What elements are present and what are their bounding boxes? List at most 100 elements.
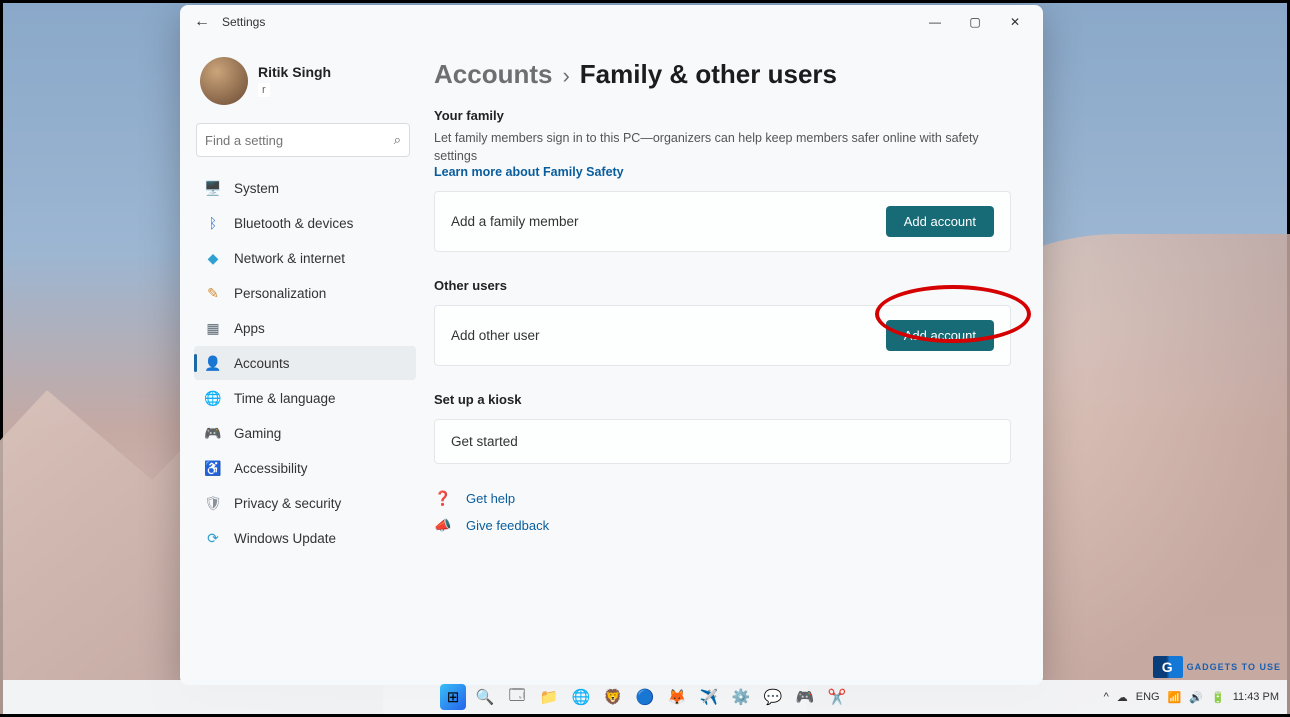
sidebar-item-label: Windows Update [234, 531, 336, 546]
get-help-row: ❓ Get help [434, 490, 1011, 507]
sidebar-item-gaming[interactable]: 🎮 Gaming [194, 416, 416, 450]
maximize-button[interactable]: ▢ [955, 8, 995, 36]
add-family-card: Add a family member Add account [434, 191, 1011, 252]
watermark-text: GADGETS TO USE [1187, 662, 1281, 672]
sidebar-item-label: Accounts [234, 356, 290, 371]
watermark-logo: G [1153, 656, 1183, 678]
telegram-icon[interactable]: ✈️ [696, 684, 722, 710]
gaming-icon: 🎮 [204, 424, 222, 442]
feedback-icon: 📣 [434, 517, 452, 534]
snip-icon[interactable]: ✂️ [824, 684, 850, 710]
network-internet-icon: ◆ [204, 249, 222, 267]
chevron-right-icon: › [562, 63, 569, 89]
explorer-icon[interactable]: 📁 [536, 684, 562, 710]
sidebar-item-apps[interactable]: ▦ Apps [194, 311, 416, 345]
section-your-family: Your family Let family members sign in t… [434, 108, 1011, 252]
brave-icon[interactable]: 🦁 [600, 684, 626, 710]
sidebar-item-network-internet[interactable]: ◆ Network & internet [194, 241, 416, 275]
section-kiosk: Set up a kiosk Get started [434, 392, 1011, 464]
tray-chevron-icon[interactable]: ^ [1104, 691, 1109, 703]
sidebar-item-windows-update[interactable]: ⟳ Windows Update [194, 521, 416, 555]
get-help-link[interactable]: Get help [466, 491, 515, 506]
sidebar-item-label: Personalization [234, 286, 326, 301]
card-label: Add a family member [451, 214, 579, 229]
profile-name: Ritik Singh [258, 64, 331, 80]
nav-list: 🖥️System ᛒ Bluetooth & devices ◆ Network & i… [194, 171, 416, 555]
sidebar-item-label: Apps [234, 321, 265, 336]
breadcrumb-parent[interactable]: Accounts [434, 59, 552, 90]
back-button[interactable]: ← [188, 13, 216, 31]
apps-icon: ▦ [204, 319, 222, 337]
firefox-icon[interactable]: 🦊 [664, 684, 690, 710]
start-button[interactable]: ⊞ [440, 684, 466, 710]
sidebar-item-label: Time & language [234, 391, 336, 406]
wifi-icon[interactable]: 📶 [1168, 691, 1182, 704]
sidebar-item-accounts[interactable]: 👤 Accounts [194, 346, 416, 380]
volume-icon[interactable]: 🔊 [1189, 691, 1203, 704]
clock[interactable]: 11:43 PM [1233, 691, 1279, 703]
sidebar: Ritik Singh r ⌕ 🖥️System ᛒ Bluetooth & dev… [180, 39, 424, 685]
learn-more-link[interactable]: Learn more about Family Safety [434, 165, 1011, 179]
profile-block[interactable]: Ritik Singh r [194, 47, 416, 119]
card-label: Get started [451, 434, 518, 449]
add-family-account-button[interactable]: Add account [886, 206, 994, 237]
help-icon: ❓ [434, 490, 452, 507]
main-content: Accounts › Family & other users Your fam… [424, 39, 1043, 685]
profile-email: r [258, 83, 270, 97]
battery-icon[interactable]: 🔋 [1211, 691, 1225, 704]
breadcrumb-current: Family & other users [580, 59, 837, 90]
search-box[interactable]: ⌕ [196, 123, 410, 157]
close-button[interactable]: ✕ [995, 8, 1035, 36]
privacy-security-icon: 🛡 [204, 494, 222, 512]
taskview-icon[interactable]: 🗔 [504, 684, 530, 710]
windows-update-icon: ⟳ [204, 529, 222, 547]
add-other-user-card: Add other user Add account [434, 305, 1011, 366]
language-indicator[interactable]: ENG [1136, 691, 1160, 703]
sidebar-item-label: Accessibility [234, 461, 308, 476]
settings-window: ← Settings — ▢ ✕ Ritik Singh r ⌕ 🖥️Syste… [180, 5, 1043, 685]
watermark: G GADGETS TO USE [1153, 656, 1281, 678]
window-title: Settings [222, 15, 265, 29]
breadcrumb: Accounts › Family & other users [434, 59, 1011, 90]
sidebar-item-system[interactable]: 🖥️System [194, 171, 416, 205]
sidebar-item-bluetooth-devices[interactable]: ᛒ Bluetooth & devices [194, 206, 416, 240]
sidebar-item-label: Privacy & security [234, 496, 341, 511]
bluetooth-devices-icon: ᛒ [204, 214, 222, 232]
sidebar-item-label: Network & internet [234, 251, 345, 266]
system-tray[interactable]: ^ ☁ ENG 📶 🔊 🔋 11:43 PM [1104, 691, 1279, 704]
sidebar-item-personalization[interactable]: ✎ Personalization [194, 276, 416, 310]
section-desc: Let family members sign in to this PC—or… [434, 129, 1011, 165]
onedrive-icon[interactable]: ☁ [1117, 691, 1128, 704]
edge-icon[interactable]: 🌐 [568, 684, 594, 710]
accessibility-icon: ♿ [204, 459, 222, 477]
section-heading: Other users [434, 278, 1011, 293]
minimize-button[interactable]: — [915, 8, 955, 36]
sidebar-item-label: Gaming [234, 426, 281, 441]
sidebar-item-accessibility[interactable]: ♿ Accessibility [194, 451, 416, 485]
card-label: Add other user [451, 328, 540, 343]
sidebar-item-privacy-security[interactable]: 🛡 Privacy & security [194, 486, 416, 520]
taskbar[interactable]: ⊞ 🔍 🗔 📁 🌐 🦁 🔵 🦊 ✈️ ⚙️ 💬 🎮 ✂️ ^ ☁ ENG 📶 🔊… [3, 680, 1287, 714]
add-other-account-button[interactable]: Add account [886, 320, 994, 351]
section-other-users: Other users Add other user Add account [434, 278, 1011, 366]
sidebar-item-label: System [234, 181, 279, 196]
kiosk-card[interactable]: Get started [434, 419, 1011, 464]
search-taskbar-icon[interactable]: 🔍 [472, 684, 498, 710]
give-feedback-link[interactable]: Give feedback [466, 518, 549, 533]
sidebar-item-label: Bluetooth & devices [234, 216, 353, 231]
personalization-icon: ✎ [204, 284, 222, 302]
search-icon: ⌕ [394, 132, 401, 148]
search-input[interactable] [205, 133, 394, 148]
taskbar-center: ⊞ 🔍 🗔 📁 🌐 🦁 🔵 🦊 ✈️ ⚙️ 💬 🎮 ✂️ [440, 684, 850, 710]
section-heading: Set up a kiosk [434, 392, 1011, 407]
titlebar: ← Settings — ▢ ✕ [180, 5, 1043, 39]
whatsapp-icon[interactable]: 💬 [760, 684, 786, 710]
sidebar-item-time-language[interactable]: 🌐 Time & language [194, 381, 416, 415]
chrome-icon[interactable]: 🔵 [632, 684, 658, 710]
xbox-icon[interactable]: 🎮 [792, 684, 818, 710]
feedback-row: 📣 Give feedback [434, 517, 1011, 534]
settings-icon[interactable]: ⚙️ [728, 684, 754, 710]
accounts-icon: 👤 [204, 354, 222, 372]
time-language-icon: 🌐 [204, 389, 222, 407]
avatar [200, 57, 248, 105]
